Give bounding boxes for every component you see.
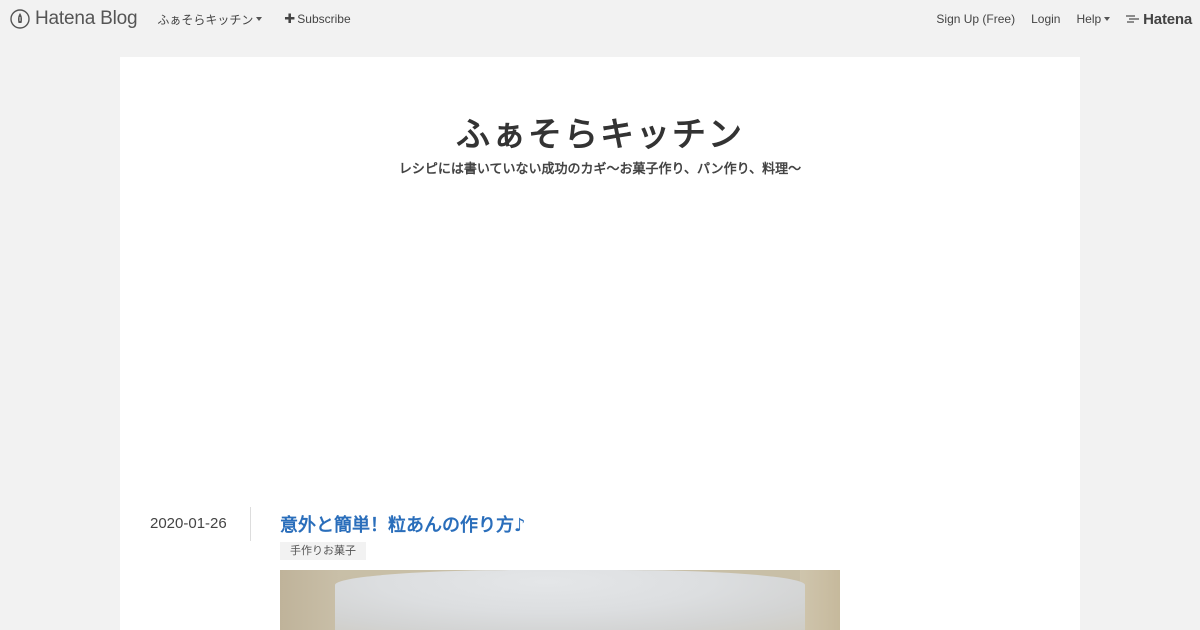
blog-menu-dropdown[interactable]: ふぁそらキッチン: [157, 11, 263, 28]
caret-down-icon: [256, 17, 263, 21]
plus-icon: ✚: [284, 11, 296, 26]
hatena-blog-logo-link[interactable]: Hatena Blog: [10, 0, 138, 38]
hatena-logo-link[interactable]: Hatena: [1126, 11, 1192, 28]
brand-name: Hatena Blog: [35, 8, 138, 29]
entry-thumbnail-image: [280, 570, 840, 630]
login-link[interactable]: Login: [1031, 12, 1060, 26]
signup-link[interactable]: Sign Up (Free): [936, 12, 1015, 26]
caret-down-icon: [1104, 17, 1111, 21]
subscribe-label: Subscribe: [297, 12, 351, 26]
image-cloth: [335, 570, 805, 630]
global-header: Hatena Blog ふぁそらキッチン ✚ Subscribe Sign Up…: [0, 0, 1200, 38]
image-wood-left: [280, 570, 340, 630]
blog-title[interactable]: ふぁそらキッチン: [120, 107, 1080, 156]
ad-space: [150, 192, 1050, 492]
blog-menu-label: ふぁそらキッチン: [157, 12, 254, 27]
entry-title-link[interactable]: 意外と簡単！粒あんの作り方♪: [280, 511, 526, 537]
entry-date[interactable]: 2020-01-26: [150, 515, 227, 532]
blog-description: レシピには書いていない成功のカギ～お菓子作り、パン作り、料理～: [398, 161, 802, 176]
hatena-text: Hatena: [1143, 10, 1192, 28]
account-links: Sign Up (Free) Login Help Hatena: [920, 0, 1192, 38]
blog-main-panel: ふぁそらキッチン レシピには書いていない成功のカギ～お菓子作り、パン作り、料理～…: [120, 57, 1080, 630]
subscribe-button[interactable]: ✚ Subscribe: [284, 11, 350, 27]
image-wood-right: [800, 570, 840, 630]
category-tag[interactable]: 手作りお菓子: [280, 542, 366, 560]
help-label: Help: [1076, 12, 1102, 26]
pen-icon: [10, 9, 30, 29]
date-divider: [250, 507, 251, 541]
help-dropdown[interactable]: Help: [1076, 12, 1111, 26]
hatena-mark-icon: [1126, 15, 1140, 23]
